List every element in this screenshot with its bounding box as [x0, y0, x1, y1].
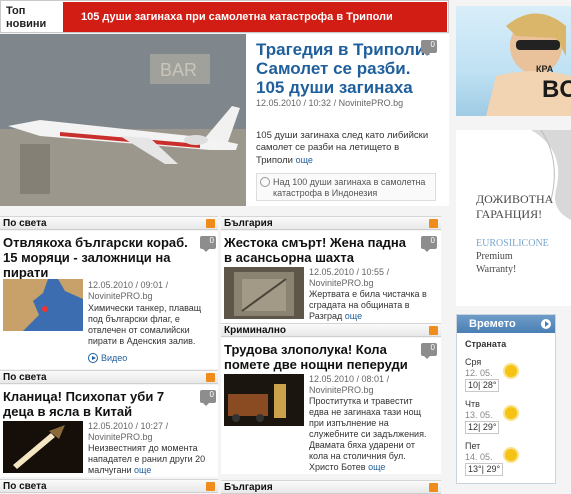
story-headline-link[interactable]: Жестока смърт! Жена падна в асансьорна ш…	[224, 235, 414, 265]
rss-icon[interactable]	[429, 219, 438, 228]
section-header-world[interactable]: По света	[0, 370, 218, 384]
rss-icon[interactable]	[429, 483, 438, 492]
comment-count-badge[interactable]: 0	[200, 390, 216, 406]
top-news-bar: Топ новини 105 души загинаха при самолет…	[0, 0, 449, 33]
rss-icon[interactable]	[429, 326, 438, 335]
more-link[interactable]: още	[134, 465, 151, 475]
featured-more-link[interactable]: още	[296, 155, 313, 165]
play-icon	[88, 353, 98, 363]
comment-count-badge[interactable]: 0	[421, 236, 437, 252]
accident-thumbnail[interactable]	[224, 374, 304, 426]
related-story[interactable]: Над 100 души загинаха в самолетна катаст…	[256, 173, 436, 201]
more-link[interactable]: още	[368, 462, 385, 472]
video-link[interactable]: Видео	[88, 353, 127, 363]
ad-text: КРА	[536, 64, 554, 74]
sunny-icon	[505, 449, 517, 461]
related-arrow-icon	[260, 177, 270, 187]
featured-headline-link[interactable]: Трагедия в Триполи! Самолет се разби. 10…	[256, 40, 431, 97]
story-card-accident: Трудова злополука! Кола помете две нощни…	[221, 338, 441, 474]
story-summary: Химически танкер, плаващ под български ф…	[88, 303, 202, 346]
story-headline-link[interactable]: Трудова злополука! Кола помете две нощни…	[224, 342, 414, 372]
elevator-shaft-thumbnail[interactable]	[224, 267, 304, 319]
svg-text:BAR: BAR	[160, 60, 197, 80]
story-summary: Неизвестният до момента нападател е рани…	[88, 443, 206, 475]
sunny-icon	[505, 365, 517, 377]
section-header-crime[interactable]: Криминално	[221, 323, 441, 337]
story-card-ship: Отвлякоха български кораб. 15 моряци - з…	[0, 231, 218, 369]
related-story-link[interactable]: Над 100 души загинаха в самолетна катаст…	[273, 177, 433, 199]
story-meta: 12.05.2010 / 10:55 /NovinitePRO.bg	[309, 267, 390, 288]
ad-brand: EUROSILICONE	[476, 238, 549, 249]
featured-meta: 12.05.2010 / 10:32 / NovinitePRO.bg	[256, 98, 404, 108]
weather-header[interactable]: Времето	[457, 315, 555, 333]
top-news-headline-link[interactable]: 105 души загинаха при самолетна катастро…	[63, 2, 447, 32]
story-card-elevator: Жестока смърт! Жена падна в асансьорна ш…	[221, 231, 441, 323]
featured-summary: 105 души загинаха след като либийски сам…	[256, 130, 429, 166]
story-card-china: Кланица! Психопат уби 7 деца в ясла в Ки…	[0, 385, 218, 477]
story-meta: 12.05.2010 / 09:01 /NovinitePRO.bg	[88, 280, 169, 301]
featured-story: BAR Трагедия в Триполи! Самолет се разби…	[0, 34, 449, 206]
knife-thumbnail[interactable]	[3, 421, 83, 473]
story-summary: Проститутка и травестит едва не загинаха…	[309, 396, 427, 472]
ad-slogan: ДОЖИВОТНА ГАРАНЦИЯ!	[476, 192, 554, 221]
weather-region[interactable]: Страната	[465, 339, 551, 350]
rss-icon[interactable]	[206, 219, 215, 228]
story-summary: Жертвата е била чистачка в сградата на о…	[309, 289, 427, 321]
more-link[interactable]: още	[345, 311, 362, 321]
section-header-bulgaria[interactable]: България	[221, 216, 441, 230]
section-header-world[interactable]: По света	[0, 479, 218, 493]
featured-plane-photo[interactable]: BAR	[0, 34, 246, 206]
ad-text-large: BO	[542, 76, 571, 103]
ad-banner-warranty[interactable]: ДОЖИВОТНА ГАРАНЦИЯ! EUROSILICONE Premium W…	[456, 130, 571, 306]
sunny-icon	[505, 407, 517, 419]
rss-icon[interactable]	[206, 373, 215, 382]
top-news-label: Топ новини	[6, 5, 47, 30]
ship-map-thumbnail[interactable]	[3, 279, 83, 331]
comment-count-badge[interactable]: 0	[421, 40, 437, 56]
story-meta: 12.05.2010 / 10:27 /NovinitePRO.bg	[88, 421, 169, 442]
story-headline-link[interactable]: Отвлякоха български кораб. 15 моряци - з…	[3, 235, 193, 280]
story-headline-link[interactable]: Кланица! Психопат уби 7 деца в ясла в Ки…	[3, 389, 193, 419]
weather-widget: Времето Страната Сря 12. 05. 10| 28° Чтв…	[456, 314, 556, 484]
ad-tagline: Premium Warranty!	[476, 251, 517, 275]
ad-banner-sunglasses[interactable]: КРА BO	[456, 6, 571, 116]
arrow-right-icon[interactable]	[541, 319, 551, 329]
rss-icon[interactable]	[206, 482, 215, 491]
comment-count-badge[interactable]: 0	[421, 343, 437, 359]
comment-count-badge[interactable]: 0	[200, 236, 216, 252]
section-header-world[interactable]: По света	[0, 216, 218, 230]
story-meta: 12.05.2010 / 08:01 /NovinitePRO.bg	[309, 374, 390, 395]
